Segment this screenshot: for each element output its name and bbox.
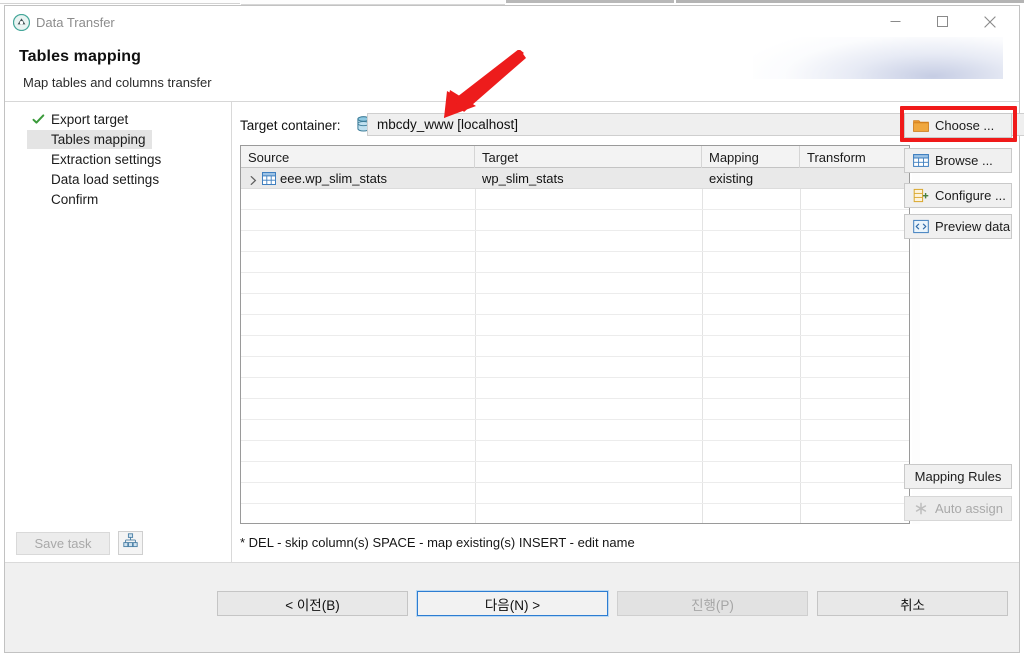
table-empty-row[interactable]: [241, 399, 909, 420]
data-transfer-icon: [12, 13, 31, 32]
back-button-label: < 이전(B): [285, 597, 340, 613]
cell-mapping: existing: [709, 171, 754, 186]
save-task-button[interactable]: Save task: [16, 532, 110, 555]
table-empty-row[interactable]: [241, 504, 909, 523]
browse-button-label: Browse ...: [935, 153, 993, 168]
title-bar: Data Transfer: [5, 6, 1019, 38]
header-banner-graphic: [753, 37, 1003, 79]
tables-mapping-pane: Target container: mbcdy_www [localhost]: [233, 102, 1024, 562]
preview-data-button-label: Preview data: [935, 219, 1011, 234]
maximize-icon[interactable]: [919, 6, 965, 37]
sidebar-item-extraction-settings[interactable]: Extraction settings: [27, 150, 167, 169]
sidebar-item-label: Confirm: [51, 192, 99, 207]
window-title: Data Transfer: [36, 15, 115, 30]
auto-assign-button-label: Auto assign: [935, 501, 1003, 516]
next-button-label: 다음(N) >: [484, 597, 541, 613]
sidebar-item-label: Extraction settings: [51, 152, 162, 167]
table-empty-row[interactable]: [241, 273, 909, 294]
mapping-rules-button-label: Mapping Rules: [914, 469, 1002, 484]
table-empty-row[interactable]: [241, 210, 909, 231]
page-title: Tables mapping: [19, 48, 142, 65]
sidebar-item-label: Export target: [51, 112, 129, 127]
data-transfer-dialog: Data Transfer Tables mapping Map tables …: [4, 5, 1024, 653]
background-window-edge-c: [506, 0, 674, 3]
column-header-target[interactable]: Target: [475, 146, 702, 168]
browse-button[interactable]: Browse ...: [904, 148, 1012, 173]
background-window-edge-a: [0, 3, 240, 4]
table-row[interactable]: eee.wp_slim_stats wp_slim_stats existing: [241, 168, 909, 189]
target-container-label: Target container:: [240, 118, 341, 133]
next-button[interactable]: 다음(N) >: [416, 590, 609, 617]
mapping-rules-button[interactable]: Mapping Rules: [904, 464, 1012, 489]
choose-button[interactable]: Choose ...: [904, 113, 1012, 138]
cell-target: wp_slim_stats: [482, 171, 564, 186]
table-empty-row[interactable]: [241, 315, 909, 336]
table-body: eee.wp_slim_stats wp_slim_stats existing: [241, 168, 909, 523]
screenshot-root: Data Transfer Tables mapping Map tables …: [0, 0, 1024, 655]
configure-button[interactable]: Configure ...: [904, 183, 1012, 208]
sidebar-item-confirm[interactable]: Confirm: [27, 190, 104, 209]
check-icon: [32, 113, 45, 126]
close-icon[interactable]: [967, 6, 1013, 37]
proceed-button-label: 진행(P): [691, 597, 734, 613]
save-task-button-label: Save task: [34, 536, 92, 551]
keyboard-hint-text: * DEL - skip column(s) SPACE - map exist…: [240, 535, 635, 550]
table-icon: [913, 153, 929, 168]
target-container-value: mbcdy_www [localhost]: [377, 117, 519, 132]
sidebar-item-label: Data load settings: [51, 172, 160, 187]
mapping-table[interactable]: Source Target Mapping Transform eee.wp_s…: [240, 145, 910, 524]
table-empty-row[interactable]: [241, 357, 909, 378]
table-empty-row[interactable]: [241, 294, 909, 315]
dialog-body: Export target Tables mapping Extraction …: [5, 102, 1024, 562]
table-empty-row[interactable]: [241, 378, 909, 399]
auto-assign-button[interactable]: Auto assign: [904, 496, 1012, 521]
configure-icon: [913, 188, 929, 203]
sidebar-item-tables-mapping[interactable]: Tables mapping: [27, 130, 152, 149]
cancel-button[interactable]: 취소: [817, 591, 1008, 616]
wizard-steps-nav: Export target Tables mapping Extraction …: [5, 102, 232, 562]
chevron-right-icon[interactable]: [249, 173, 258, 185]
background-window-edge-d: [676, 0, 1024, 3]
column-header-source[interactable]: Source: [241, 146, 475, 168]
back-button[interactable]: < 이전(B): [217, 591, 408, 616]
choose-button-label: Choose ...: [935, 118, 995, 133]
page-subtitle: Map tables and columns transfer: [23, 75, 212, 90]
sidebar-item-data-load-settings[interactable]: Data load settings: [27, 170, 165, 189]
code-icon: [913, 219, 929, 234]
table-empty-row[interactable]: [241, 420, 909, 441]
column-header-transform[interactable]: Transform: [800, 146, 909, 168]
table-empty-row[interactable]: [241, 252, 909, 273]
proceed-button[interactable]: 진행(P): [617, 591, 808, 616]
folder-icon: [913, 118, 929, 133]
dialog-footer: < 이전(B) 다음(N) > 진행(P) 취소: [5, 562, 1019, 652]
wizard-header: Tables mapping Map tables and columns tr…: [5, 37, 1019, 102]
table-icon: [262, 172, 276, 185]
column-header-mapping[interactable]: Mapping: [702, 146, 800, 168]
table-empty-row[interactable]: [241, 189, 909, 210]
save-icon: [123, 533, 138, 553]
preview-data-button[interactable]: Preview data: [904, 214, 1012, 239]
table-empty-row[interactable]: [241, 462, 909, 483]
cancel-button-label: 취소: [900, 597, 925, 613]
sidebar-item-label: Tables mapping: [51, 132, 146, 147]
sidebar-item-export-target[interactable]: Export target: [27, 110, 134, 129]
table-empty-row[interactable]: [241, 336, 909, 357]
table-empty-row[interactable]: [241, 483, 909, 504]
save-task-icon-button[interactable]: [118, 531, 143, 555]
table-empty-row[interactable]: [241, 231, 909, 252]
minimize-icon[interactable]: [872, 6, 918, 37]
cell-source: eee.wp_slim_stats: [280, 171, 387, 186]
table-header-row: Source Target Mapping Transform: [241, 146, 909, 168]
asterisk-icon: [913, 501, 929, 516]
table-empty-row[interactable]: [241, 441, 909, 462]
configure-button-label: Configure ...: [935, 188, 1006, 203]
